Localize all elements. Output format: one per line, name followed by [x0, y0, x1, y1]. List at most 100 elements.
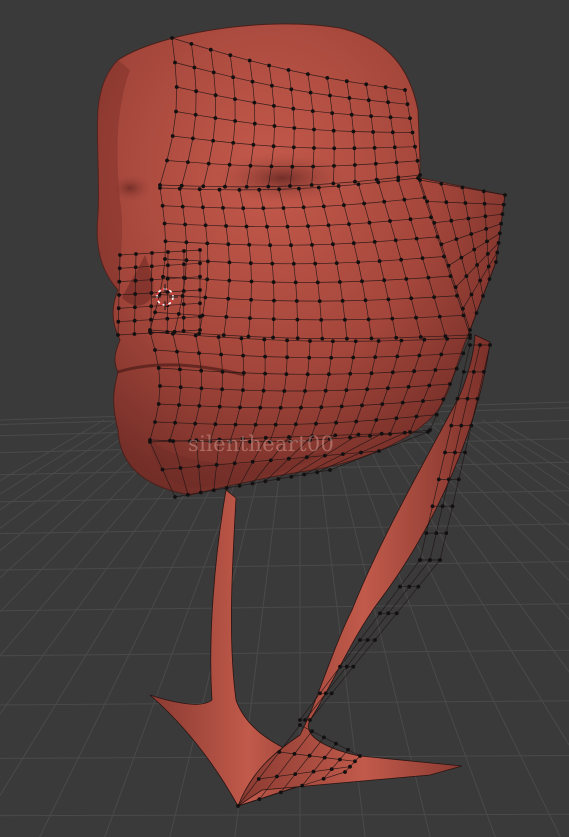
mesh-vertex	[184, 258, 189, 263]
mesh-vertex	[418, 558, 422, 562]
mesh-vertex	[271, 317, 276, 321]
mesh-vertex	[165, 330, 170, 334]
mesh-vertex	[338, 757, 342, 762]
mesh-vertex	[246, 334, 251, 339]
viewport-canvas[interactable]	[0, 0, 569, 837]
mesh-vertex	[203, 223, 208, 228]
mesh-vertex	[469, 292, 474, 297]
mesh-vertex	[156, 366, 161, 370]
mesh-vertex	[153, 310, 158, 315]
mesh-vertex	[156, 402, 161, 406]
mesh-vertex	[272, 298, 276, 303]
mesh-vertex	[271, 144, 276, 149]
mesh-vertex	[178, 367, 182, 372]
grid-line	[0, 561, 569, 571]
mesh-vertex	[271, 280, 276, 284]
mesh-vertex	[430, 504, 435, 509]
mesh-vertex	[307, 753, 312, 758]
mesh-vertex	[163, 239, 168, 244]
mesh-vertex	[484, 227, 489, 231]
mesh-vertex	[315, 280, 320, 285]
mesh-vertex	[461, 351, 466, 356]
mesh-vertex	[267, 63, 271, 68]
mesh-vertex	[308, 339, 312, 343]
mesh-vertex	[496, 241, 501, 245]
mesh-vertex	[198, 248, 202, 252]
mesh-vertex	[292, 752, 297, 756]
mesh-vertex	[483, 214, 488, 219]
mesh-vertex	[360, 279, 364, 284]
mesh-vertex	[197, 404, 202, 408]
mesh-vertex	[360, 403, 364, 408]
mesh-vertex	[331, 128, 336, 133]
mesh-vertex	[197, 187, 202, 192]
grid-line	[0, 700, 569, 706]
mesh-vertex	[322, 735, 326, 740]
mesh-vertex	[377, 259, 382, 263]
mesh-vertex	[405, 102, 410, 107]
mesh-vertex	[224, 315, 229, 319]
mesh-vertex	[184, 240, 189, 245]
mesh-vertex	[406, 385, 411, 389]
mesh-vertex	[236, 804, 240, 808]
mesh-vertex	[426, 275, 431, 280]
mesh-vertex	[418, 335, 423, 339]
mesh-vertex	[149, 317, 153, 322]
mesh-vertex	[239, 336, 244, 341]
mesh-vertex	[448, 274, 453, 278]
mesh-vertex	[367, 220, 372, 225]
mesh-vertex	[358, 638, 362, 642]
mesh-vertex	[461, 370, 466, 374]
mesh-vertex	[182, 262, 186, 267]
mesh-vertex	[256, 777, 261, 781]
mesh-vertex	[272, 104, 276, 108]
mesh-vertex	[425, 199, 429, 204]
mesh-vertex	[353, 339, 358, 344]
mesh-vertex	[181, 302, 186, 307]
mesh-vertex	[198, 301, 202, 306]
mesh-vertex	[465, 396, 470, 401]
mesh-vertex	[454, 366, 459, 371]
mesh-vertex	[356, 432, 361, 437]
mesh-vertex	[331, 339, 335, 344]
mesh-vertex	[380, 402, 385, 406]
mesh-vertex	[331, 181, 336, 186]
mesh-vertex	[466, 216, 471, 221]
mesh-vertex	[248, 316, 252, 320]
mesh-vertex	[469, 423, 474, 428]
grid-line	[0, 419, 161, 552]
mesh-vertex	[291, 106, 296, 111]
mesh-vertex	[263, 479, 268, 484]
mesh-vertex	[199, 368, 204, 373]
mesh-vertex	[487, 277, 492, 281]
mesh-vertex	[173, 495, 177, 499]
mesh-vertex	[408, 430, 412, 434]
mesh-vertex	[268, 458, 273, 463]
mesh-vertex	[192, 65, 197, 70]
3d-viewport[interactable]: silentheart00	[0, 0, 569, 837]
mesh-vertex	[410, 130, 415, 135]
mesh-vertex	[414, 315, 418, 320]
mesh-vertex	[386, 297, 391, 302]
mesh-vertex	[161, 274, 165, 279]
mesh-vertex	[276, 477, 281, 481]
mesh-vertex	[291, 261, 296, 266]
mesh-vertex	[148, 440, 152, 444]
mesh-vertex	[351, 664, 356, 669]
mesh-vertex	[319, 318, 324, 322]
mesh-vertex	[434, 412, 439, 417]
mesh-vertex	[216, 335, 221, 339]
mesh-vertex	[307, 355, 312, 360]
grid-line	[0, 419, 147, 529]
mesh-vertex	[248, 261, 253, 266]
mesh-vertex	[166, 263, 170, 268]
mesh-vertex	[463, 450, 467, 455]
mesh-vertex	[439, 242, 444, 247]
mesh-vertex	[494, 260, 498, 264]
mesh-vertex	[446, 477, 451, 482]
mesh-vertex	[285, 355, 289, 360]
mesh-vertex	[474, 311, 479, 315]
mesh-vertex	[168, 438, 172, 443]
mesh-vertex	[400, 400, 405, 405]
mesh-vertex	[334, 741, 338, 746]
